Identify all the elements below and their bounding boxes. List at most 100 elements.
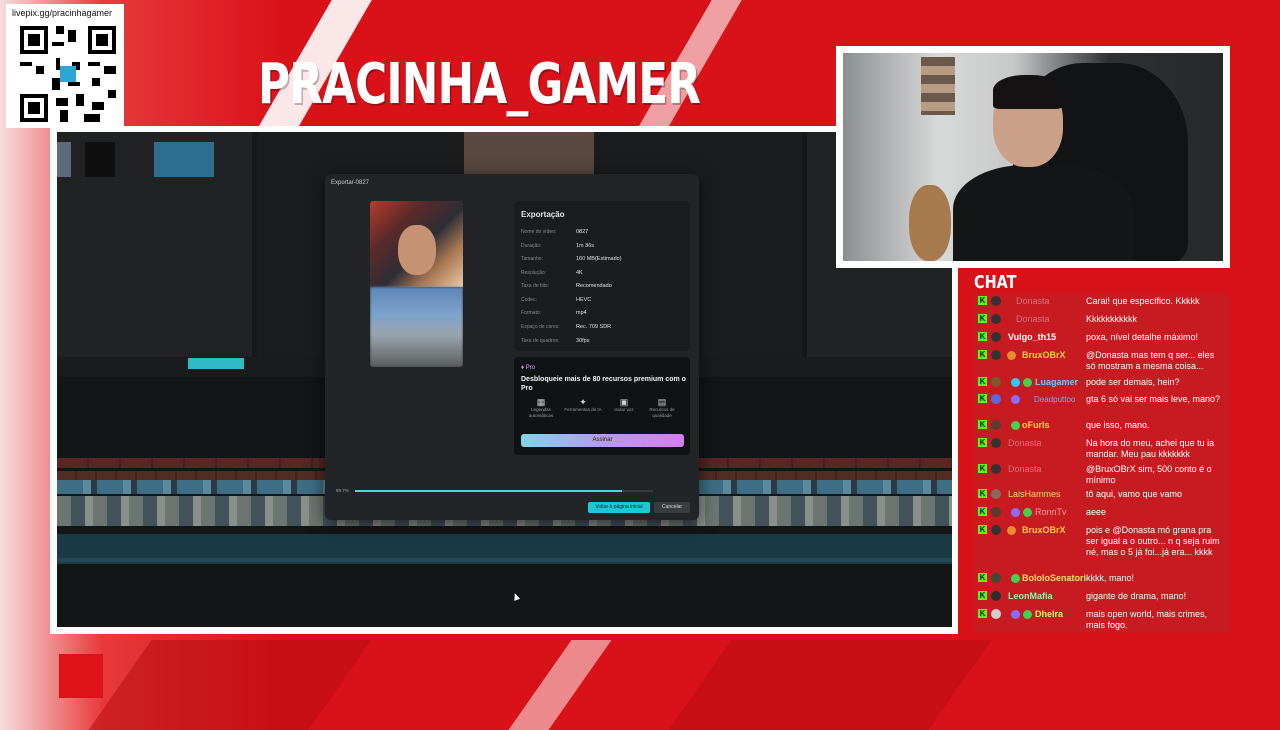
kick-icon: K xyxy=(978,591,987,600)
field-value[interactable]: Recomendado xyxy=(576,283,612,289)
webcam-person-body xyxy=(953,165,1133,261)
avatar xyxy=(991,438,1001,448)
pro-headline: Desbloqueie mais de 80 recursos premium … xyxy=(521,376,686,392)
chat-username[interactable]: Dhelra xyxy=(1035,609,1063,619)
avatar xyxy=(991,609,1001,619)
field-value: 1m 36s xyxy=(576,243,595,249)
field-value[interactable]: 4K xyxy=(576,270,583,276)
qr-url: livepix.gg/pracinhagamer xyxy=(12,8,113,18)
chat-text: Carai! que específico. Kkkkk xyxy=(1086,296,1200,306)
kick-icon: K xyxy=(978,377,987,386)
feature-label: Recursos de qualidade xyxy=(649,407,675,418)
feature-label: Isolar voz xyxy=(614,407,634,412)
chat-username[interactable]: Luagamer xyxy=(1035,377,1078,387)
back-to-home-button[interactable]: Voltar à página inicial xyxy=(588,502,650,513)
media-clip xyxy=(154,142,214,177)
field-label: Tamanho: xyxy=(521,256,543,262)
verified-icon xyxy=(1023,378,1032,387)
export-progress-bar xyxy=(355,490,653,492)
verified-icon xyxy=(1011,508,1020,517)
chat-text: Kkkkkkkkkkk xyxy=(1086,314,1138,324)
chat-username[interactable]: BruxOBrX xyxy=(1022,350,1066,360)
chat-text: tô aqui, vamo que vamo xyxy=(1086,489,1183,499)
chat-text: kkkk, mano! xyxy=(1086,573,1135,583)
chat-username[interactable]: Deadputtoo xyxy=(1034,395,1075,404)
qr-code-panel: livepix.gg/pracinhagamer xyxy=(6,4,124,128)
media-clip xyxy=(85,142,115,177)
chat-username[interactable]: Vulgo_th15 xyxy=(1008,332,1056,342)
field-value[interactable]: 0827 xyxy=(576,229,588,235)
kick-icon: K xyxy=(978,296,987,305)
chat-username[interactable]: oFurls xyxy=(1022,420,1050,430)
background-stripe xyxy=(668,640,992,730)
feature-quality: ▤ Recursos de qualidade xyxy=(642,397,682,419)
field-value[interactable]: mp4 xyxy=(576,310,587,316)
export-dialog: Exportar-0827 Exportação Nome do vídeo: … xyxy=(325,174,699,520)
field-label: Formato: xyxy=(521,310,542,316)
chat-text: @BruxOBrX sim, 500 conto é o mínimo xyxy=(1086,464,1212,485)
qr-code-icon xyxy=(20,26,116,122)
chat-text: pois e @Donasta mó grana pra ser igual a… xyxy=(1086,525,1220,557)
feature-isolate-voice: ▣ Isolar voz xyxy=(604,397,644,413)
chat-username[interactable]: BololoSenatori xyxy=(1022,573,1086,583)
chat-username[interactable]: LaisHammes xyxy=(1008,489,1061,499)
webcam-guitar xyxy=(909,185,951,261)
chat-text: @Donasta mas tem q ser... eles só mostra… xyxy=(1086,350,1215,371)
pro-upsell-panel: ♦ Pro Desbloqueie mais de 80 recursos pr… xyxy=(514,357,690,455)
isolate-voice-icon: ▣ xyxy=(619,397,629,407)
field-label: Espaço de cores: xyxy=(521,324,560,330)
chat-text: que isso, mano. xyxy=(1086,420,1150,430)
subscribe-button[interactable]: Assinar xyxy=(521,434,684,447)
channel-title: PRACINHA_GAMER xyxy=(258,52,701,117)
feature-ai-tools: ✦ Ferramentas de IA xyxy=(563,398,603,413)
avatar xyxy=(991,377,1001,387)
decorative-square xyxy=(59,654,103,698)
kick-icon: K xyxy=(978,573,987,582)
quality-icon: ▤ xyxy=(657,397,667,407)
field-value[interactable]: 30fps xyxy=(576,338,589,344)
thumbnail-bottom xyxy=(370,287,463,367)
thumbnail-face xyxy=(398,225,436,275)
chat-username[interactable]: RonnTv xyxy=(1035,507,1067,517)
avatar xyxy=(991,507,1001,517)
cancel-button[interactable]: Cancelar xyxy=(654,502,690,513)
chat-username[interactable]: BruxOBrX xyxy=(1022,525,1066,535)
screen-capture: Exportar-0827 Exportação Nome do vídeo: … xyxy=(57,132,952,627)
avatar xyxy=(991,350,1001,360)
field-value[interactable]: Rec. 709 SDR xyxy=(576,324,611,330)
preview-video xyxy=(464,132,594,174)
chat-text: gigante de drama, mano! xyxy=(1086,591,1187,601)
field-label: Taxa de quadros: xyxy=(521,338,560,344)
field-value[interactable]: HEVC xyxy=(576,297,591,303)
chat-username[interactable]: Donasta xyxy=(1008,464,1042,474)
chat-username[interactable]: Donasta xyxy=(1016,296,1050,306)
avatar xyxy=(991,332,1001,342)
background-stripe xyxy=(508,640,612,730)
avatar xyxy=(991,464,1001,474)
chat-panel: K Donasta Carai! que específico. Kkkkk K… xyxy=(974,293,1230,633)
kick-icon: K xyxy=(978,394,987,403)
progress-percent: 89.7% xyxy=(336,488,349,493)
chat-text: gta 6 só vai ser mais leve, mano? xyxy=(1086,394,1221,404)
chat-username[interactable]: Donasta xyxy=(1008,438,1042,448)
export-info-panel: Exportação Nome do vídeo: 0827 Duração: … xyxy=(514,201,690,351)
caption-button xyxy=(188,358,244,369)
feature-captions: ▦ Legendas automáticas xyxy=(521,398,561,419)
chat-text: mais open world, mais crimes, mais fogo. xyxy=(1086,609,1208,630)
chat-username[interactable]: Donasta xyxy=(1016,314,1050,324)
field-label: Duração: xyxy=(521,243,542,249)
chat-text: pode ser demais, hein? xyxy=(1086,377,1180,387)
field-label: Nome do vídeo: xyxy=(521,229,557,235)
export-section-title: Exportação xyxy=(521,210,565,219)
verified-icon xyxy=(1011,421,1020,430)
field-value: 160 MB(Estimado) xyxy=(576,256,622,262)
kick-icon: K xyxy=(978,489,987,498)
kick-icon: K xyxy=(978,507,987,516)
chat-username[interactable]: LeonMafia xyxy=(1008,591,1053,601)
kick-icon: K xyxy=(978,314,987,323)
kick-icon: K xyxy=(978,332,987,341)
chat-text: poxa, nível detalhe máximo! xyxy=(1086,332,1199,342)
avatar xyxy=(991,525,1001,535)
field-label: Taxa de bits: xyxy=(521,283,550,289)
field-label: Codec: xyxy=(521,297,537,303)
